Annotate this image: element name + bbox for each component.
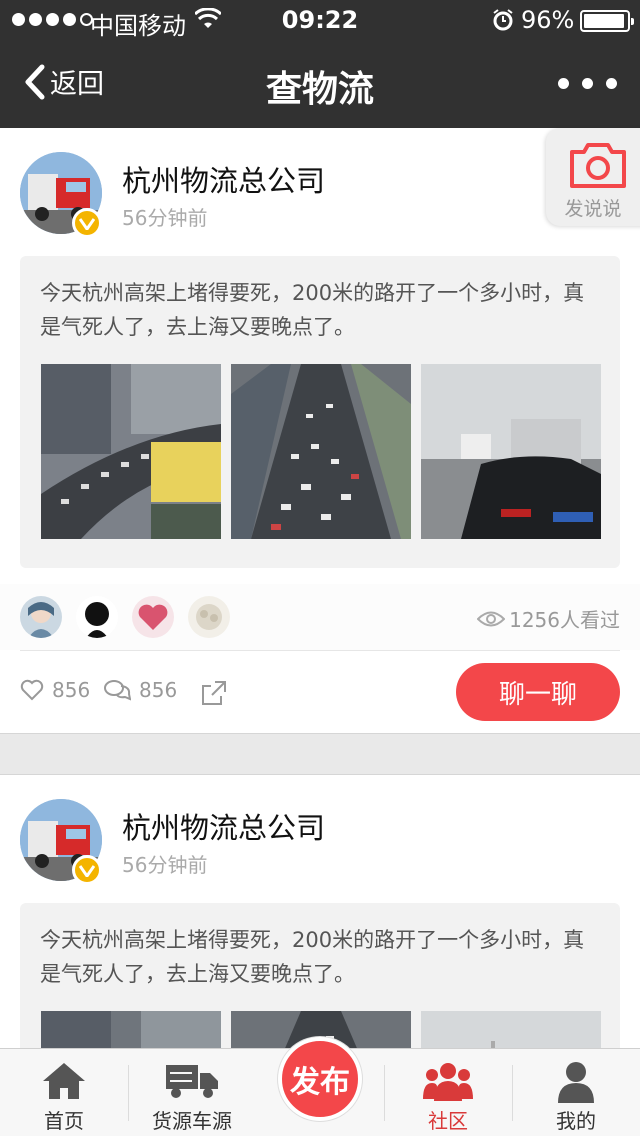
view-count: 1256人看过: [477, 604, 620, 633]
nav-bar: 返回 查物流: [0, 40, 640, 128]
like-button[interactable]: 856: [20, 678, 90, 702]
tab-community[interactable]: 社区: [384, 1049, 512, 1136]
post-status-label: 发说说: [564, 198, 622, 220]
tab-label: 社区: [428, 1109, 468, 1133]
verified-badge-icon: [72, 855, 102, 885]
viewer-avatar[interactable]: [20, 596, 62, 638]
more-menu-button[interactable]: [558, 78, 617, 89]
truck-icon: [166, 1065, 218, 1098]
share-icon: [202, 681, 226, 705]
viewers-row: 1256人看过: [0, 584, 640, 650]
post-text: 今天杭州高架上堵得要死，200米的路开了一个多小时，真是气死人了，去上海又要晚点…: [40, 928, 585, 986]
viewer-avatar[interactable]: [132, 596, 174, 638]
post-photo[interactable]: [421, 364, 601, 539]
camera-icon: [570, 143, 626, 188]
tab-label: 货源车源: [152, 1109, 232, 1133]
post-card: 杭州物流总公司 56分钟前 今天杭州高架上堵得要死，200米的路开了一个多小时，…: [0, 774, 640, 1083]
tab-profile[interactable]: 我的: [512, 1049, 640, 1136]
post-status-button[interactable]: 发说说: [546, 128, 640, 226]
battery-icon: [580, 10, 634, 32]
heart-icon: [20, 679, 44, 701]
post-text: 今天杭州高架上堵得要死，200米的路开了一个多小时，真是气死人了，去上海又要晚点…: [40, 281, 585, 339]
comment-count: 856: [139, 678, 178, 702]
battery-percent: 96%: [521, 6, 575, 34]
alarm-icon: [492, 9, 514, 37]
tab-cargo-vehicles[interactable]: 货源车源: [128, 1049, 256, 1136]
post-content[interactable]: 今天杭州高架上堵得要死，200米的路开了一个多小时，真是气死人了，去上海又要晚点…: [20, 256, 620, 568]
page-title: 查物流: [265, 69, 374, 110]
tab-bar: 首页 货源车源 发布 社区 我的: [0, 1037, 640, 1136]
post-card: 杭州物流总公司 56分钟前 今天杭州高架上堵得要死，200米的路开了一个多小时，…: [0, 128, 640, 734]
chat-button[interactable]: 聊一聊: [456, 663, 620, 721]
home-icon: [43, 1063, 85, 1099]
comment-icon: [104, 680, 131, 701]
post-time: 56分钟前: [122, 206, 208, 230]
post-time: 56分钟前: [122, 853, 208, 877]
comment-button[interactable]: 856: [103, 678, 177, 702]
status-bar: 中国移动 09:22 96%: [0, 0, 640, 40]
community-icon: [423, 1063, 473, 1101]
like-count: 856: [52, 678, 91, 702]
divider: [20, 650, 620, 651]
post-photo[interactable]: [231, 364, 411, 539]
eye-icon: [477, 611, 506, 626]
verified-badge-icon: [72, 208, 102, 238]
top-bar: 中国移动 09:22 96% 返回 查物流: [0, 0, 640, 128]
author-name[interactable]: 杭州物流总公司: [122, 158, 325, 200]
author-name[interactable]: 杭州物流总公司: [122, 805, 325, 847]
tab-label: 我的: [556, 1109, 596, 1133]
viewer-avatar[interactable]: [76, 596, 118, 638]
viewer-avatar[interactable]: [188, 596, 230, 638]
tab-label: 首页: [44, 1109, 84, 1133]
profile-icon: [558, 1062, 594, 1103]
publish-button[interactable]: 发布: [278, 1037, 362, 1121]
post-photo[interactable]: [41, 364, 221, 539]
tab-home[interactable]: 首页: [0, 1049, 128, 1136]
view-count-label: 1256人看过: [509, 608, 620, 632]
share-button[interactable]: [201, 680, 227, 710]
